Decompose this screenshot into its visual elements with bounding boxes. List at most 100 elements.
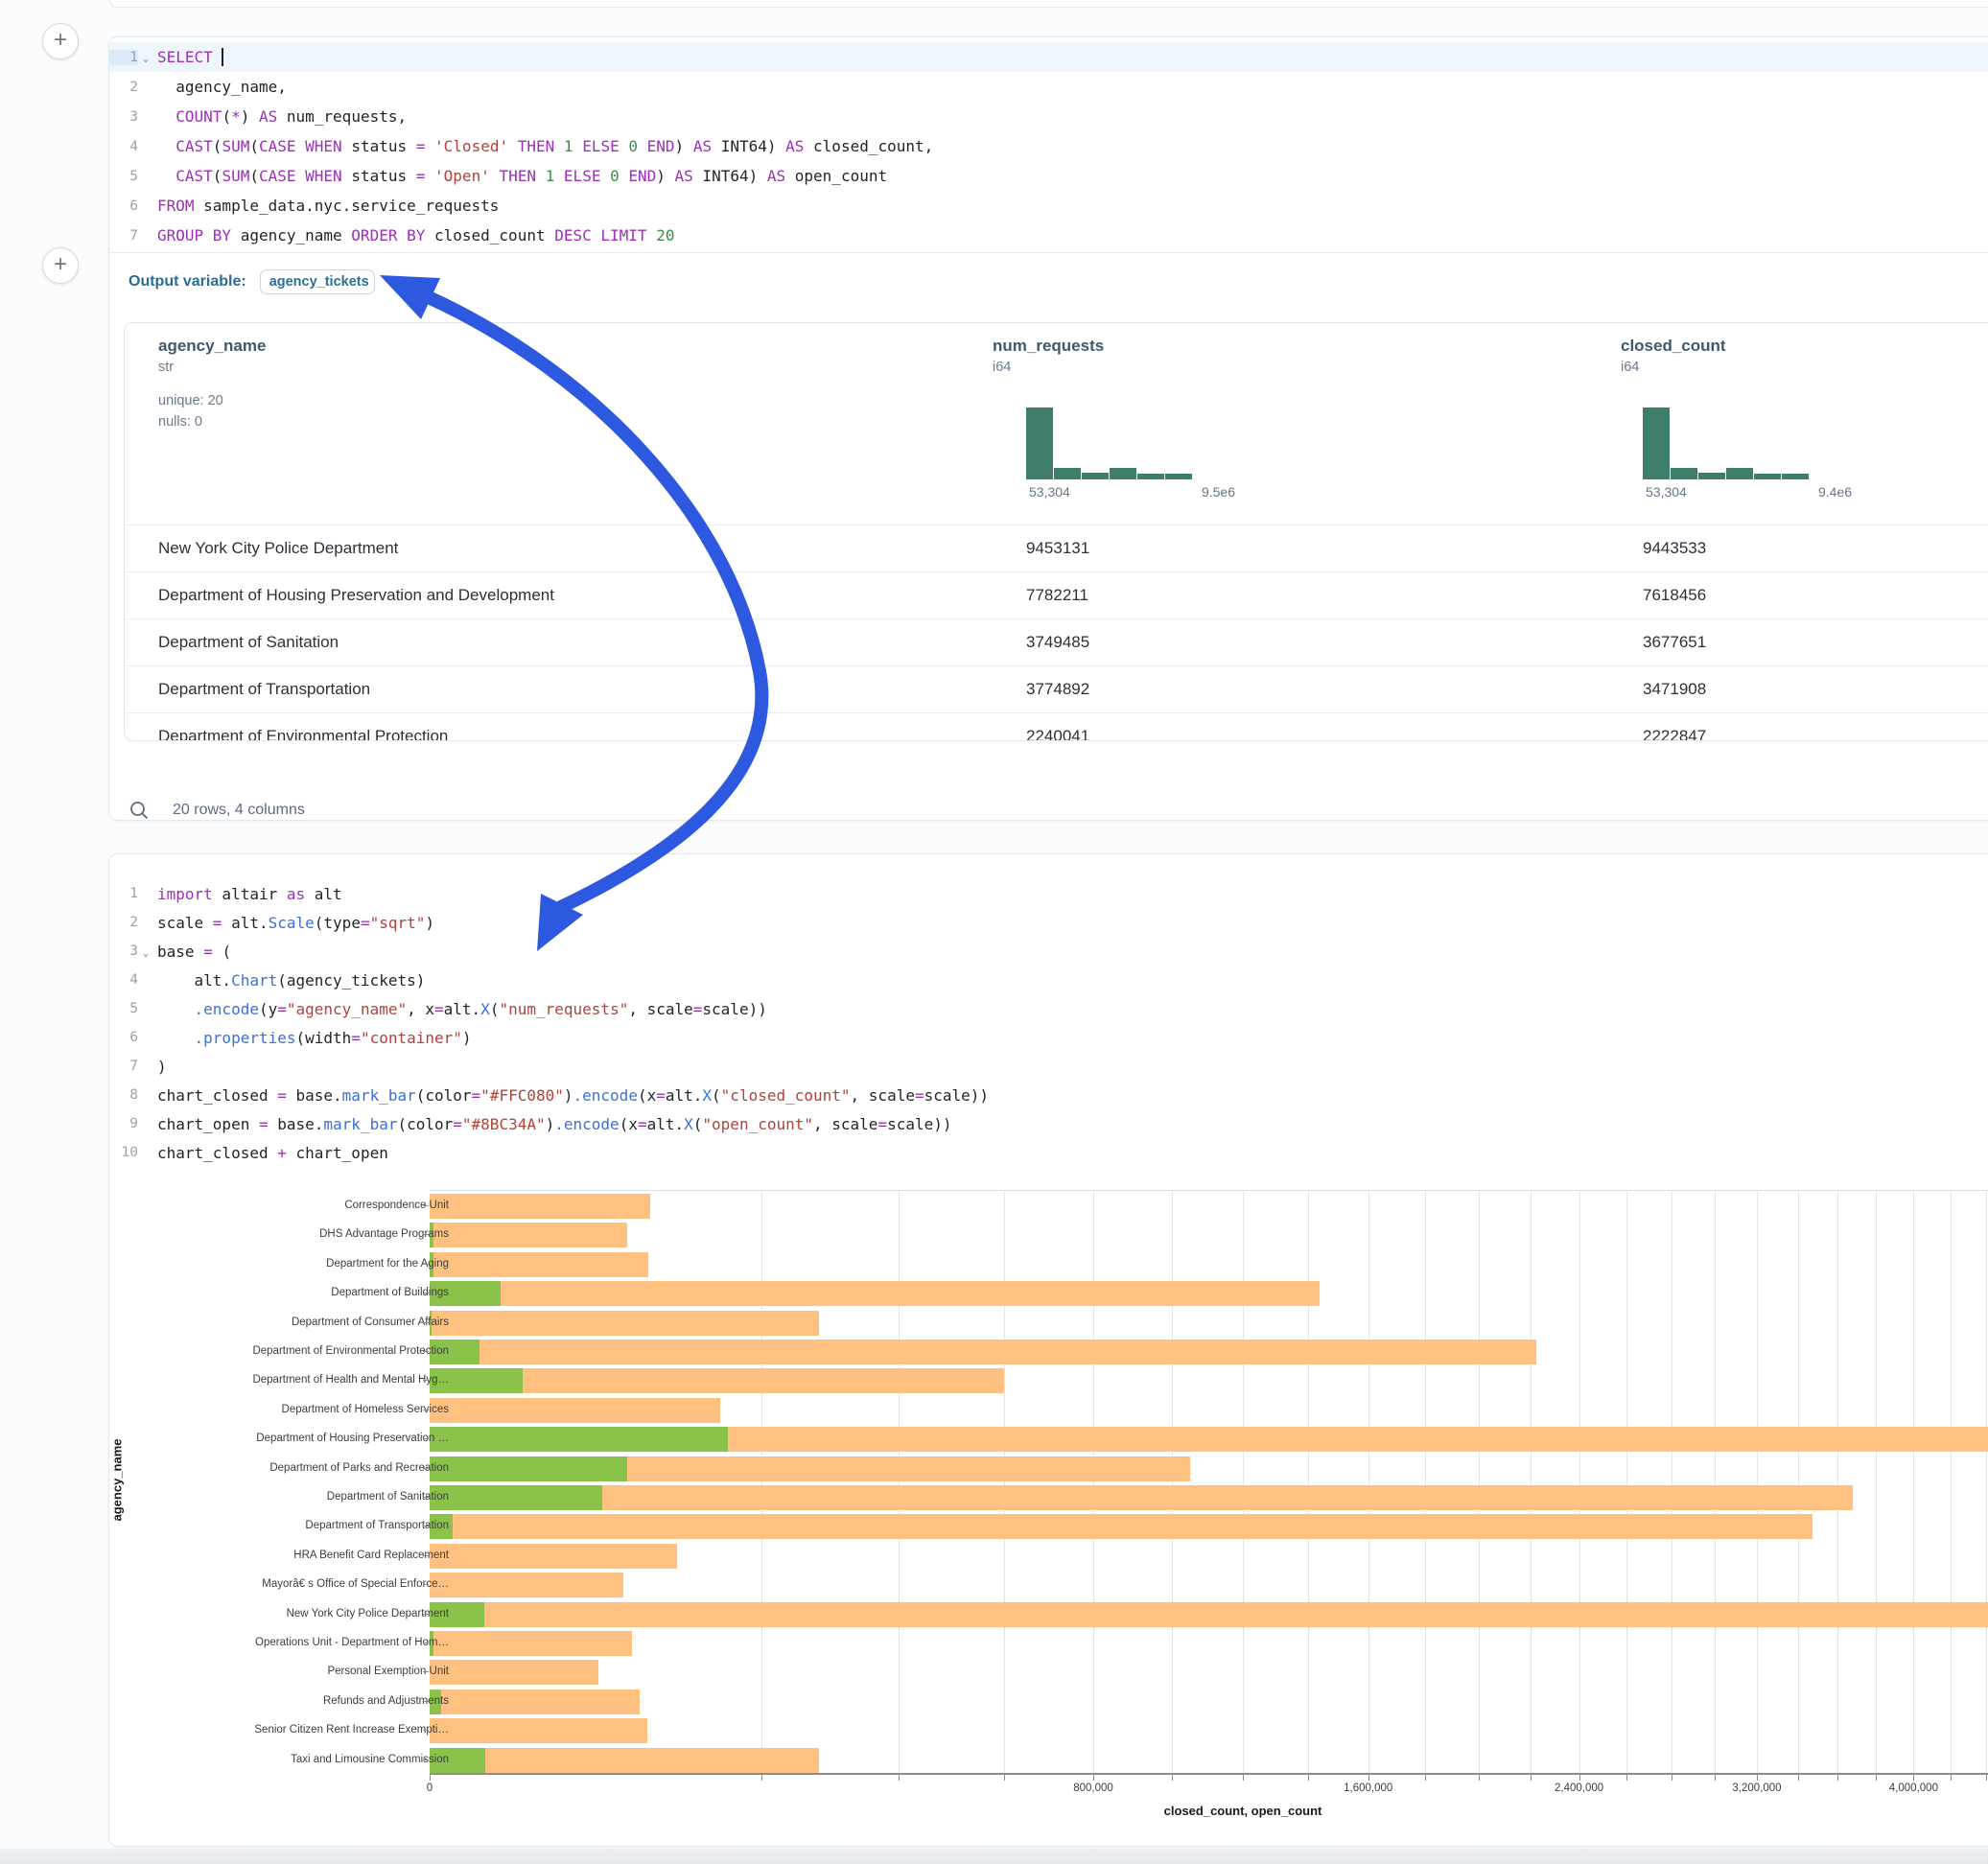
code-line-5[interactable]: 5 CAST(SUM(CASE WHEN status = 'Open' THE… bbox=[109, 161, 1988, 191]
y-axis-label: Department of Transportation bbox=[132, 1520, 449, 1531]
x-axis-tick bbox=[1531, 1775, 1532, 1781]
output-variable-input[interactable]: agency_tickets bbox=[260, 269, 375, 294]
code-text: FROM sample_data.nyc.service_requests bbox=[153, 197, 499, 215]
closed_count-bar bbox=[430, 1748, 819, 1773]
x-axis-tick bbox=[1579, 1775, 1580, 1781]
closed_count-bar bbox=[430, 1340, 1536, 1364]
output-variable-row: Output variable: agency_tickets bbox=[109, 252, 1988, 310]
y-axis-label: Department of Buildings bbox=[132, 1287, 449, 1298]
histogram-bar bbox=[1110, 468, 1136, 479]
y-axis-label: HRA Benefit Card Replacement bbox=[132, 1549, 449, 1561]
bar-row-19 bbox=[430, 1748, 1988, 1773]
code-line-2[interactable]: 2 agency_name, bbox=[109, 72, 1988, 102]
line-number: 1 bbox=[109, 50, 138, 65]
y-axis-label: Department for the Aging bbox=[132, 1258, 449, 1270]
bar-row-8 bbox=[430, 1427, 1988, 1452]
table-row[interactable]: New York City Police Department945313194… bbox=[125, 524, 1988, 571]
table-row[interactable]: Department of Transportation377489234719… bbox=[125, 665, 1988, 712]
bar-row-1 bbox=[430, 1223, 1988, 1247]
y-axis-title: agency_name bbox=[110, 1337, 125, 1624]
column-type: i64 bbox=[993, 360, 1568, 375]
gridline bbox=[1425, 1191, 1426, 1774]
table-cell: Department of Housing Preservation and D… bbox=[158, 586, 554, 605]
gridline bbox=[1531, 1191, 1532, 1774]
gutter-spacer bbox=[138, 175, 153, 178]
code-line-7[interactable]: 7GROUP BY agency_name ORDER BY closed_co… bbox=[109, 221, 1988, 250]
x-axis-tick bbox=[899, 1775, 900, 1781]
closed_count-bar bbox=[430, 1631, 632, 1656]
x-axis-tick-label: 4,000,000 bbox=[1889, 1782, 1938, 1794]
closed_count-bar bbox=[430, 1252, 648, 1277]
histogram-bar bbox=[1026, 408, 1053, 479]
y-axis-tick bbox=[423, 1205, 429, 1206]
code-text: COUNT(*) AS num_requests, bbox=[153, 107, 407, 126]
line-number: 6 bbox=[109, 198, 138, 214]
table-row[interactable]: Department of Environmental Protection22… bbox=[125, 712, 1988, 741]
closed_count-bar bbox=[430, 1311, 819, 1336]
gridline bbox=[1798, 1191, 1799, 1774]
code-line-6[interactable]: 6 FROM sample_data.nyc.service_requests bbox=[109, 191, 1988, 221]
x-axis-tick-label: 0 bbox=[427, 1782, 433, 1794]
gridline bbox=[1368, 1191, 1369, 1774]
y-axis-tick bbox=[423, 1584, 429, 1585]
histogram-bar bbox=[1165, 474, 1192, 479]
table-body: New York City Police Department945313194… bbox=[125, 524, 1988, 741]
add-cell-button-top[interactable]: + bbox=[42, 23, 79, 59]
closed_count-bar bbox=[430, 1485, 1853, 1510]
text-cursor bbox=[222, 48, 223, 66]
open_count-bar bbox=[430, 1485, 602, 1510]
table-cell: 9453131 bbox=[1026, 539, 1089, 558]
output-variable-label: Output variable: bbox=[129, 273, 246, 291]
open_count-bar bbox=[430, 1427, 728, 1452]
code-text: CAST(SUM(CASE WHEN status = 'Closed' THE… bbox=[153, 137, 933, 155]
table-cell: 3749485 bbox=[1026, 633, 1089, 652]
num-requests-histogram bbox=[1026, 408, 1193, 479]
closed_count-bar bbox=[430, 1602, 1988, 1627]
closed_count-bar bbox=[430, 1544, 677, 1569]
line-number: 4 bbox=[109, 139, 138, 154]
y-axis-tick bbox=[423, 1759, 429, 1760]
y-axis-label: Department of Consumer Affairs bbox=[132, 1316, 449, 1328]
gutter-spacer bbox=[138, 204, 153, 208]
histogram-bar bbox=[1137, 474, 1164, 479]
histogram-bar bbox=[1726, 468, 1753, 479]
x-axis-tick bbox=[1243, 1775, 1244, 1781]
bar-row-16 bbox=[430, 1660, 1988, 1685]
sql-code-editor[interactable]: 1⌄SELECT 2 agency_name,3 COUNT(*) AS num… bbox=[109, 37, 1988, 250]
y-axis-label: Refunds and Adjustments bbox=[132, 1695, 449, 1707]
closed_count-bar bbox=[430, 1660, 598, 1685]
y-axis-tick bbox=[423, 1234, 429, 1235]
code-line-3[interactable]: 3 COUNT(*) AS num_requests, bbox=[109, 102, 1988, 131]
table-row[interactable]: Department of Sanitation37494853677651 bbox=[125, 618, 1988, 665]
bar-row-0 bbox=[430, 1194, 1988, 1219]
add-cell-button-output[interactable]: + bbox=[42, 247, 79, 284]
y-axis-label: New York City Police Department bbox=[132, 1608, 449, 1619]
y-axis-tick bbox=[423, 1264, 429, 1265]
gridline bbox=[1308, 1191, 1309, 1774]
gutter-spacer bbox=[138, 234, 153, 238]
histogram-range-labels: 53,3049.5e6 bbox=[1029, 484, 1235, 500]
search-icon[interactable] bbox=[129, 800, 150, 821]
column-name: num_requests bbox=[993, 337, 1568, 356]
y-axis-tick bbox=[423, 1468, 429, 1469]
table-footer: 20 rows, 4 columns bbox=[129, 800, 305, 821]
gutter-spacer bbox=[138, 85, 153, 89]
table-cell: 3677651 bbox=[1643, 633, 1706, 652]
code-line-1[interactable]: 1⌄SELECT bbox=[109, 42, 1988, 72]
histogram-bar bbox=[1082, 473, 1109, 479]
table-cell: 3774892 bbox=[1026, 680, 1089, 699]
column-name: agency_name bbox=[158, 337, 983, 356]
code-text: agency_name, bbox=[153, 78, 287, 96]
closed_count-bar bbox=[430, 1194, 650, 1219]
bar-row-2 bbox=[430, 1252, 1988, 1277]
code-line-4[interactable]: 4 CAST(SUM(CASE WHEN status = 'Closed' T… bbox=[109, 131, 1988, 161]
table-cell: 7782211 bbox=[1026, 586, 1088, 605]
bar-row-17 bbox=[430, 1689, 1988, 1714]
gridline bbox=[1004, 1191, 1005, 1774]
table-row[interactable]: Department of Housing Preservation and D… bbox=[125, 571, 1988, 618]
fold-chevron-icon[interactable]: ⌄ bbox=[138, 50, 153, 64]
bar-row-15 bbox=[430, 1631, 1988, 1656]
bar-row-4 bbox=[430, 1311, 1988, 1336]
column-name: closed_count bbox=[1621, 337, 1988, 356]
table-cell: 3471908 bbox=[1643, 680, 1706, 699]
